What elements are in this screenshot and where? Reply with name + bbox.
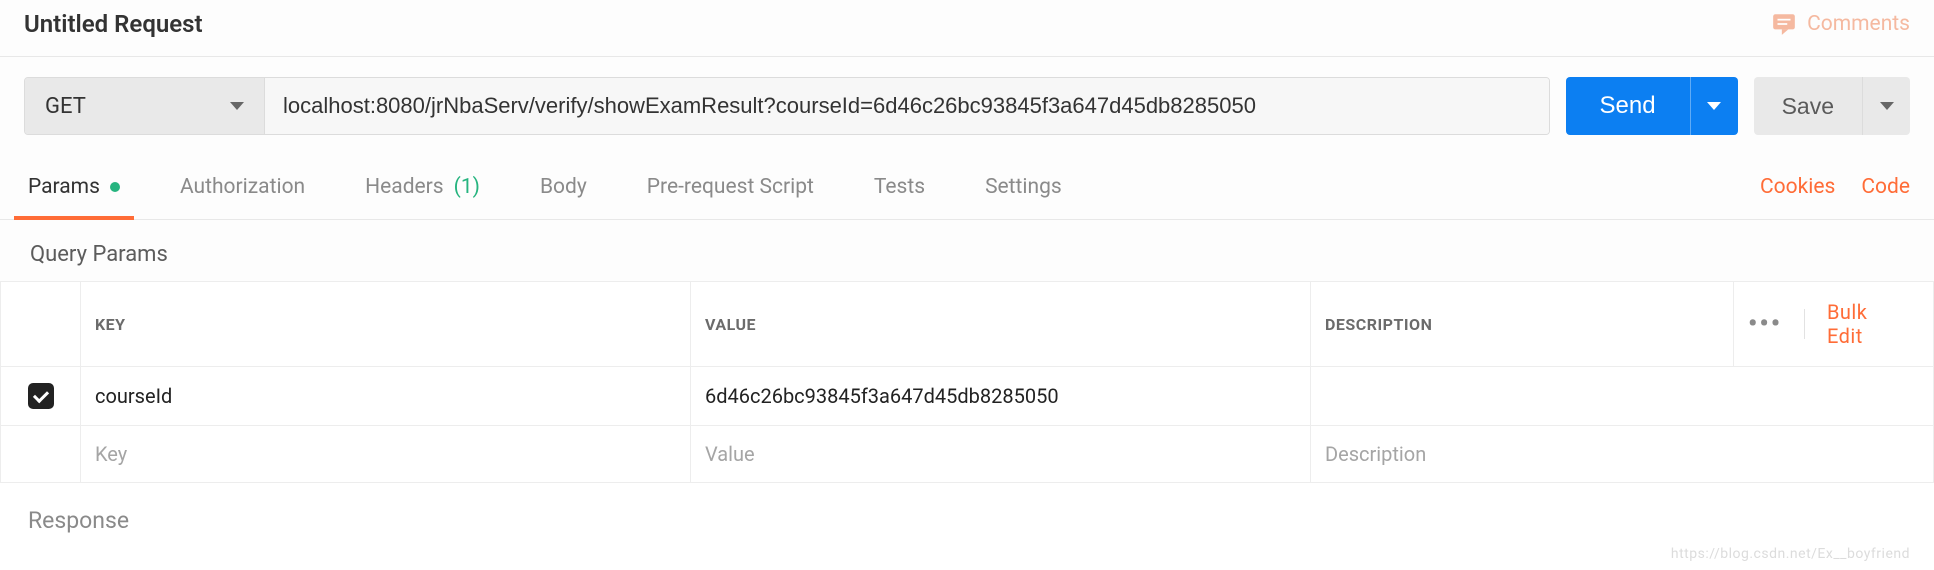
save-dropdown-button[interactable] — [1862, 77, 1910, 135]
tab-body[interactable]: Body — [536, 155, 591, 219]
divider — [1804, 309, 1805, 339]
tab-pre-request-script[interactable]: Pre-request Script — [643, 155, 818, 219]
tab-label: Body — [540, 175, 587, 199]
param-enabled-placeholder — [1, 426, 81, 483]
param-key-placeholder[interactable]: Key — [81, 426, 691, 483]
tab-label: Headers — [365, 175, 443, 199]
tab-settings[interactable]: Settings — [981, 155, 1066, 219]
tab-params[interactable]: Params — [24, 155, 124, 219]
cookies-link[interactable]: Cookies — [1760, 175, 1835, 199]
param-description-placeholder[interactable]: Description — [1311, 426, 1934, 483]
code-link[interactable]: Code — [1861, 175, 1910, 199]
column-header-key: KEY — [81, 282, 691, 367]
param-key-cell[interactable]: courseId — [81, 367, 691, 426]
query-params-title: Query Params — [0, 220, 1934, 281]
save-button[interactable]: Save — [1754, 77, 1862, 135]
column-header-value: VALUE — [691, 282, 1311, 367]
table-row-new: Key Value Description — [1, 426, 1934, 483]
request-url-input[interactable] — [265, 78, 1549, 134]
active-dot-icon — [110, 182, 120, 192]
chevron-down-icon — [1707, 102, 1721, 110]
more-options-icon[interactable]: ••• — [1748, 309, 1782, 339]
tab-label: Tests — [874, 175, 925, 199]
tab-count: (1) — [454, 175, 480, 199]
table-row: courseId 6d46c26bc93845f3a647d45db828505… — [1, 367, 1934, 426]
comments-label: Comments — [1807, 12, 1910, 36]
tab-label: Params — [28, 175, 100, 199]
param-description-cell[interactable] — [1311, 367, 1934, 426]
param-value-placeholder[interactable]: Value — [691, 426, 1311, 483]
http-method-value: GET — [45, 94, 86, 119]
column-header-actions: ••• Bulk Edit — [1734, 282, 1934, 367]
send-button[interactable]: Send — [1566, 77, 1690, 135]
request-title: Untitled Request — [24, 10, 203, 38]
query-params-table: KEY VALUE DESCRIPTION ••• Bulk Edit cour… — [0, 281, 1934, 483]
param-value-cell[interactable]: 6d46c26bc93845f3a647d45db8285050 — [691, 367, 1311, 426]
tab-authorization[interactable]: Authorization — [176, 155, 309, 219]
send-dropdown-button[interactable] — [1690, 77, 1738, 135]
tab-label: Settings — [985, 175, 1062, 199]
column-header-checkbox — [1, 282, 81, 367]
chevron-down-icon — [1880, 102, 1894, 110]
tab-headers[interactable]: Headers (1) — [361, 155, 484, 219]
comments-button[interactable]: Comments — [1771, 11, 1910, 37]
watermark-text: https://blog.csdn.net/Ex__boyfriend — [1671, 546, 1910, 562]
tab-label: Authorization — [180, 175, 305, 199]
check-icon — [32, 386, 48, 402]
chevron-down-icon — [230, 102, 244, 110]
comments-icon — [1771, 11, 1797, 37]
response-section-title: Response — [0, 483, 1934, 534]
tab-tests[interactable]: Tests — [870, 155, 929, 219]
param-enabled-checkbox[interactable] — [28, 383, 54, 409]
bulk-edit-link[interactable]: Bulk Edit — [1827, 300, 1901, 348]
column-header-description: DESCRIPTION — [1311, 282, 1734, 367]
tab-label: Pre-request Script — [647, 175, 814, 199]
http-method-select[interactable]: GET — [25, 78, 265, 134]
